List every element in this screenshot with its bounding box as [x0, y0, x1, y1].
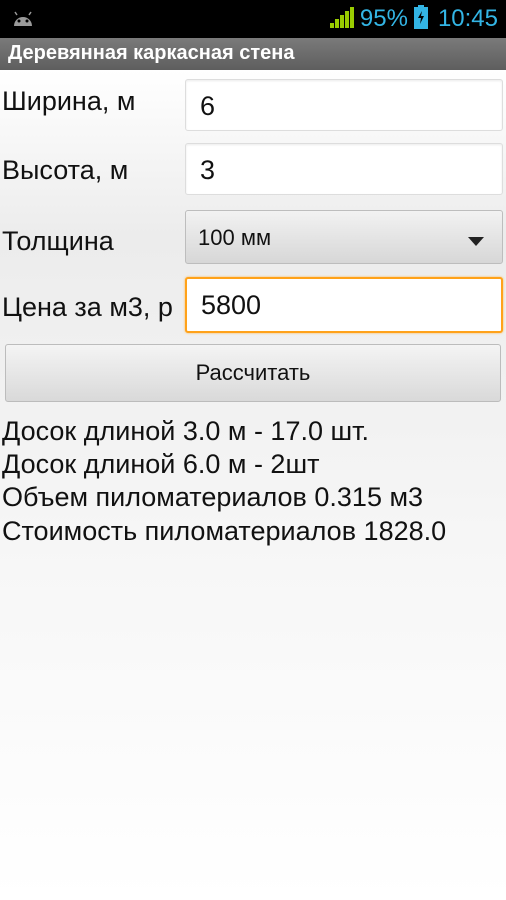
height-input[interactable]: 3 — [185, 143, 503, 195]
result-volume: Объем пиломатериалов 0.315 м3 — [2, 482, 424, 512]
result-boards-3m: Досок длиной 3.0 м - 17.0 шт. — [2, 416, 370, 446]
price-input[interactable]: 5800 — [185, 277, 503, 333]
main-content: Ширина, м 6 Высота, м 3 Толщина 100 мм Ц… — [0, 70, 506, 900]
thickness-selected-value: 100 мм — [198, 225, 272, 250]
result-cost: Стоимость пиломатериалов 1828.0 — [2, 516, 447, 546]
calculate-button[interactable]: Рассчитать — [5, 344, 501, 402]
battery-icon — [413, 4, 428, 34]
height-label: Высота, м — [2, 155, 129, 185]
thickness-select[interactable]: 100 мм — [185, 210, 503, 264]
width-label: Ширина, м — [2, 86, 136, 116]
title-bar: Деревянная каркасная стена — [0, 38, 506, 71]
clock: 10:45 — [437, 5, 498, 32]
app-title: Деревянная каркасная стена — [8, 42, 295, 64]
status-bar: 95% 10:45 — [0, 0, 506, 38]
result-boards-6m: Досок длиной 6.0 м - 2шт — [2, 449, 320, 479]
width-input[interactable]: 6 — [185, 79, 503, 131]
signal-icon — [329, 6, 354, 33]
battery-percent: 95% — [359, 5, 408, 32]
dropdown-arrow-icon — [468, 233, 484, 251]
android-icon — [12, 10, 34, 33]
thickness-label: Толщина — [2, 226, 114, 256]
price-label: Цена за м3, р — [2, 292, 173, 322]
